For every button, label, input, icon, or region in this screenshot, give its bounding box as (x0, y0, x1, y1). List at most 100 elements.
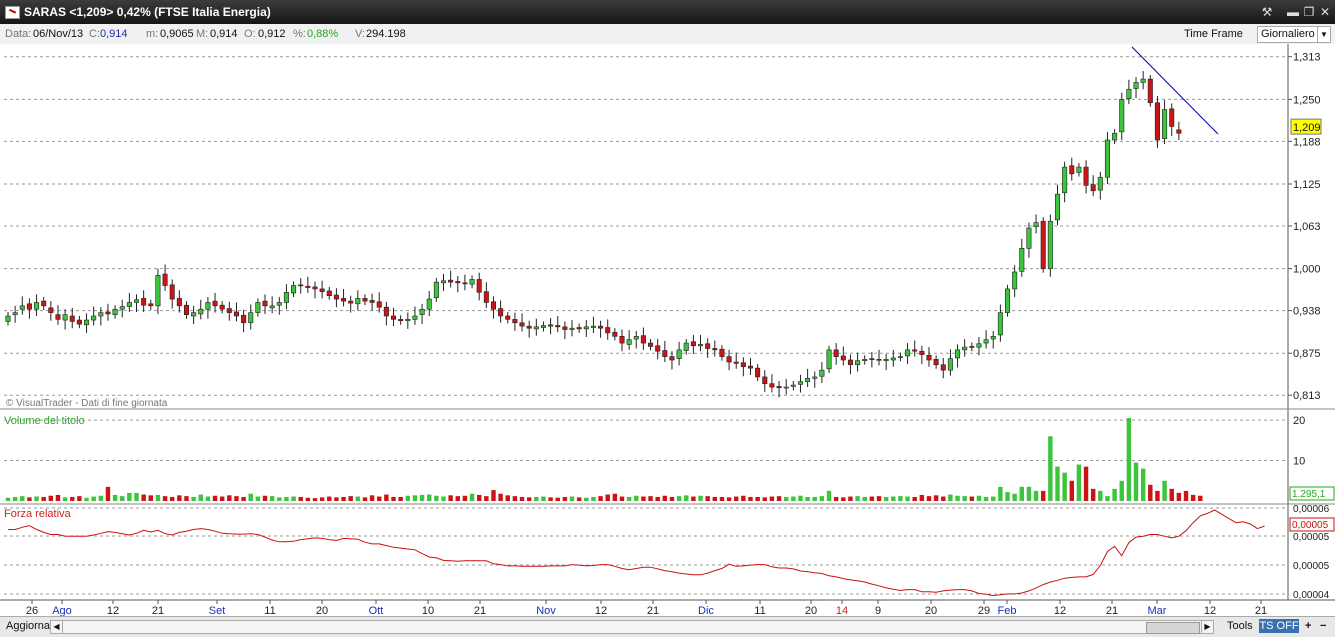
volume-bar (919, 494, 925, 501)
candle-body (590, 325, 596, 328)
horizontal-scrollbar[interactable]: ◀ ▶ (50, 620, 1214, 634)
volume-bar (491, 490, 496, 501)
volume-bar (77, 496, 82, 501)
candle-body (676, 349, 682, 359)
volume-bar (712, 496, 718, 501)
volume-bar (648, 496, 653, 501)
volume-bar (191, 496, 196, 501)
volume-bar (769, 496, 775, 501)
candle-body (233, 311, 239, 317)
volume-bar (1155, 490, 1160, 501)
candle-body (141, 298, 147, 306)
candle-body (426, 298, 432, 310)
max-value: 0,914 (210, 28, 238, 40)
time-tick-label: Dic (698, 605, 714, 616)
chevron-down-icon[interactable]: ▼ (1317, 27, 1330, 42)
time-tick-label: 9 (875, 605, 881, 616)
volume-panel-title: Volume del titolo (4, 415, 85, 427)
price-tick-label: 1,250 (1293, 94, 1321, 106)
volume-bar (1183, 490, 1189, 501)
volume-bar (55, 494, 61, 501)
candle-body (291, 285, 297, 294)
time-frame-select[interactable]: Giornaliero ▼ (1257, 26, 1331, 43)
candle-body (912, 349, 918, 352)
volume-bar (519, 496, 525, 501)
volume-bar (948, 494, 953, 501)
volume-bar (198, 494, 203, 501)
candle-body (255, 302, 261, 313)
candle-body (155, 275, 161, 307)
candle-body (1076, 166, 1082, 173)
time-frame-label: Time Frame (1184, 28, 1243, 40)
candle-body (226, 308, 232, 313)
candle-body (947, 358, 953, 371)
candle-body (148, 303, 154, 307)
candle-body (391, 315, 397, 320)
volume-bar (1076, 464, 1082, 501)
close-value: 0,914 (100, 28, 128, 40)
minimize-icon[interactable]: ▬ (1285, 4, 1301, 20)
close-icon[interactable]: ✕ (1317, 4, 1333, 20)
volume-bar (1069, 480, 1074, 501)
candle-body (1126, 88, 1132, 100)
volume-bar (584, 497, 589, 501)
volume-bar (926, 496, 932, 501)
zoom-in-button[interactable]: + (1302, 619, 1314, 633)
volume-bar (305, 497, 311, 501)
candle-body (983, 339, 989, 344)
candle-body (383, 306, 389, 317)
app-chart-icon (5, 6, 20, 19)
candle-body (312, 286, 318, 290)
scroll-thumb[interactable] (1146, 622, 1200, 634)
price-tick-label: 1,000 (1293, 264, 1321, 276)
volume-bar (741, 495, 746, 501)
candle-body (455, 281, 461, 284)
volume-bar (112, 494, 118, 501)
candle-body (1083, 166, 1089, 186)
tool-icon[interactable]: ⚒ (1259, 4, 1275, 20)
volume-bar (348, 496, 353, 501)
tools-button[interactable]: Tools (1224, 619, 1256, 633)
volume-bar (933, 495, 939, 501)
time-tick-label: 29 (978, 605, 990, 616)
volume-bar (1140, 468, 1146, 501)
volume-bar (1133, 462, 1139, 501)
volume-bar (169, 496, 175, 501)
quote-info-bar: Data: 06/Nov/13 C: 0,914 m: 0,9065 M: 0,… (0, 24, 1335, 45)
candle-body (1140, 78, 1146, 83)
volume-bar (841, 497, 846, 501)
scroll-left-icon[interactable]: ◀ (51, 621, 63, 633)
volume-bar (462, 495, 468, 501)
candle-body (826, 349, 832, 370)
candle-body (1097, 176, 1103, 191)
volume-bar (655, 496, 660, 501)
candle-body (326, 290, 332, 296)
time-tick-label: 12 (107, 605, 119, 616)
volume-bar (127, 492, 132, 501)
volume-bar (1083, 466, 1089, 501)
volume-bar (1098, 490, 1103, 501)
time-tick-label: 12 (595, 605, 607, 616)
scroll-right-icon[interactable]: ▶ (1201, 621, 1213, 633)
chart-area[interactable]: 1,313 1,250 1,188 1,125 1,063 1,000 0,938 0,875… (0, 44, 1335, 616)
chart-background (0, 44, 1335, 616)
candle-body (933, 359, 939, 366)
close-label: C: (89, 28, 100, 40)
candle-body (355, 298, 361, 305)
volume-bar (676, 496, 682, 501)
candle-body (198, 308, 204, 315)
candle-body (669, 356, 675, 361)
maximize-icon[interactable]: ❐ (1301, 4, 1317, 20)
volume-bar (669, 496, 675, 501)
candle-body (369, 300, 375, 303)
aggiorna-button[interactable]: Aggiorna (3, 619, 53, 633)
volume-bar (1190, 494, 1196, 501)
candle-body (305, 285, 311, 288)
volume-bar (783, 496, 789, 501)
volume-bar (719, 496, 725, 501)
volume-bar (505, 495, 510, 501)
volume-bar (298, 496, 303, 501)
zoom-out-button[interactable]: − (1317, 619, 1329, 633)
price-tick-label: 0,813 (1293, 390, 1321, 402)
ts-off-button[interactable]: TS OFF (1259, 619, 1299, 633)
